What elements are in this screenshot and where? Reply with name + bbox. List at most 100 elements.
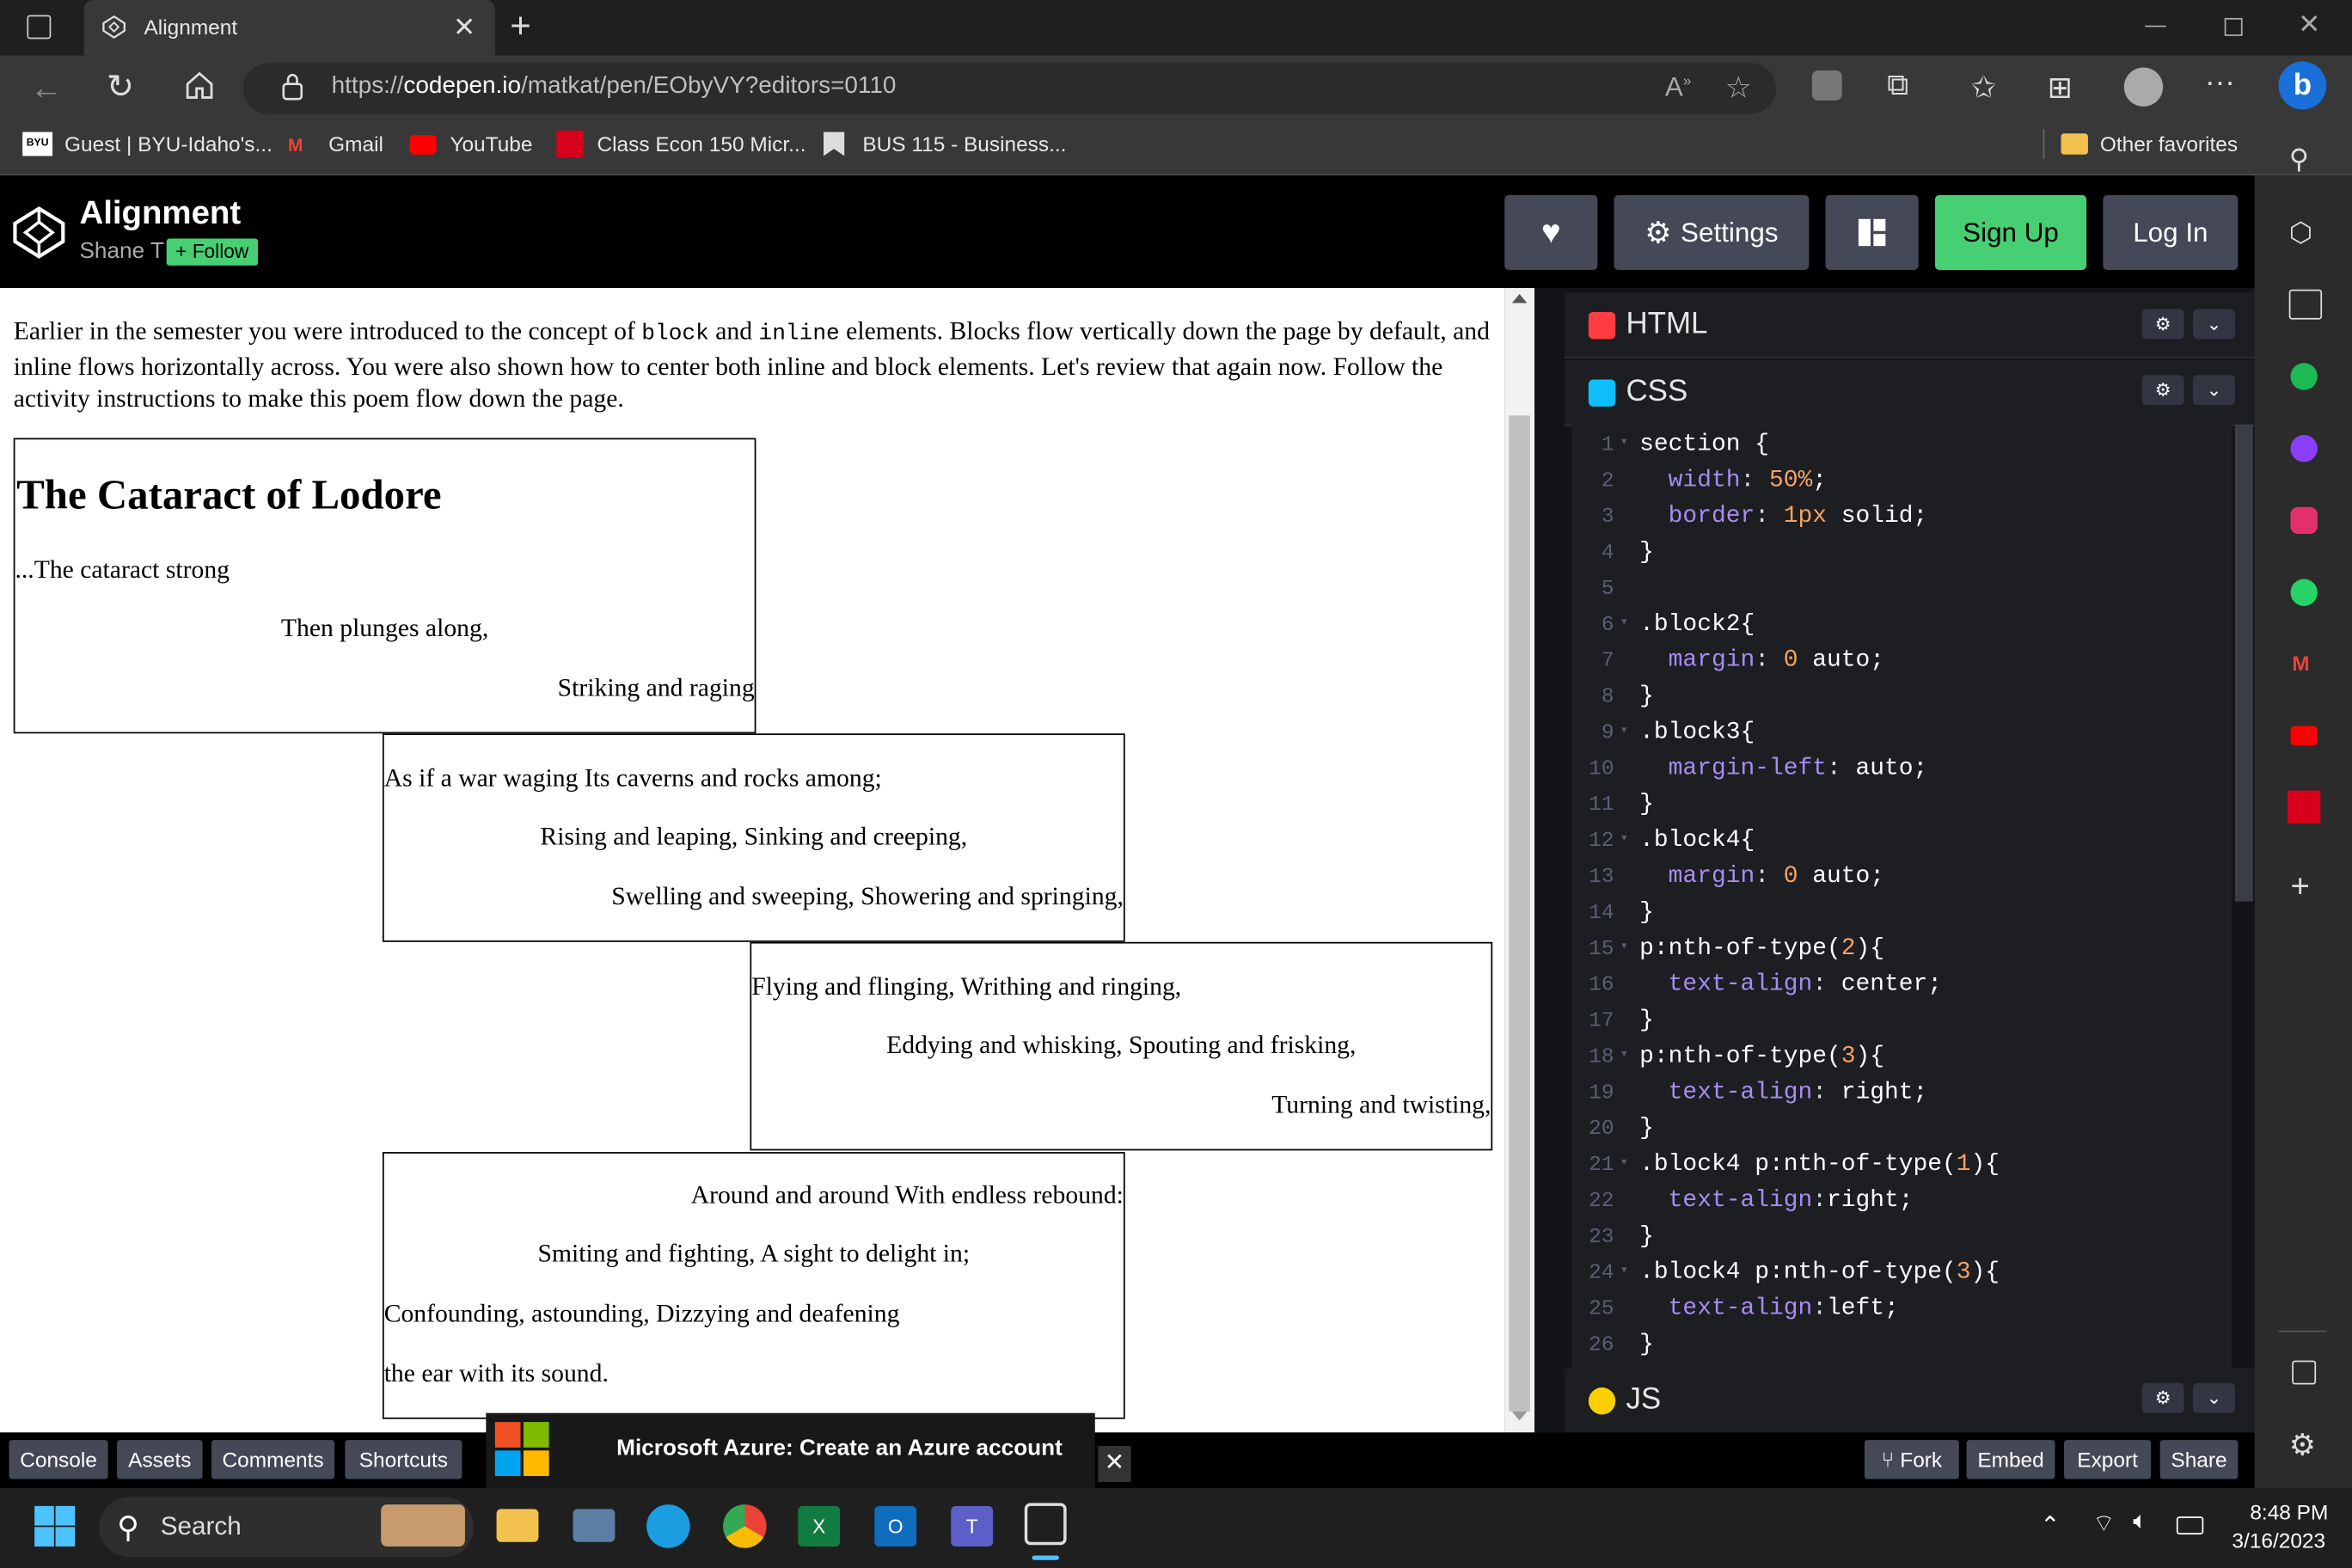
add-sidebar-icon[interactable]: + <box>2290 867 2309 906</box>
profile-avatar[interactable] <box>2123 67 2164 107</box>
sidebar-panel-icon[interactable] <box>2292 1360 2317 1385</box>
file-explorer-icon[interactable] <box>496 1509 539 1542</box>
whatsapp-icon[interactable] <box>2290 579 2318 606</box>
settings-gear-icon[interactable]: ⚙ <box>2289 1426 2316 1464</box>
spotify-icon[interactable] <box>2290 363 2318 390</box>
windows-start-icon[interactable] <box>34 1505 76 1547</box>
extensions-puzzle-icon[interactable]: ⧉ <box>1887 69 1908 103</box>
codepen-logo-icon[interactable] <box>12 205 66 267</box>
outlook-icon[interactable] <box>2288 289 2323 320</box>
code-line[interactable]: 18 ▾ p:nth-of-type(3){ <box>1572 1043 2233 1079</box>
home-icon[interactable] <box>183 69 216 109</box>
code-line[interactable]: 4} <box>1572 538 2233 574</box>
css-collapse-button[interactable]: ⌄ <box>2193 375 2235 406</box>
css-panel-title[interactable]: CSS <box>1626 375 1687 409</box>
log-in-button[interactable]: Log In <box>2103 194 2239 271</box>
html-settings-button[interactable]: ⚙ <box>2141 309 2184 340</box>
code-line[interactable]: 16 text-align: center; <box>1572 971 2233 1007</box>
battery-icon[interactable] <box>2176 1516 2204 1535</box>
css-code-editor[interactable]: 1 ▾ section {2 width: 50%; 3 border: 1px so… <box>1571 424 2233 1370</box>
read-aloud-icon[interactable]: A» <box>1665 72 1692 104</box>
favorites-icon[interactable]: ✩ <box>1971 69 1996 107</box>
code-line[interactable]: 12 ▾ .block4{ <box>1572 826 2233 862</box>
fold-arrow-icon[interactable]: ▾ <box>1620 435 1627 450</box>
favorite-youtube[interactable]: YouTube <box>450 132 532 156</box>
wifi-icon[interactable]: ⌔ <box>2092 1509 2115 1539</box>
code-line[interactable]: 1 ▾ section { <box>1572 431 2233 467</box>
tab-actions-icon[interactable] <box>27 15 52 40</box>
code-line[interactable]: 8} <box>1572 683 2233 719</box>
refresh-icon[interactable]: ↻ <box>107 68 134 107</box>
html-panel-title[interactable]: HTML <box>1626 308 1707 342</box>
gmail-sidebar-icon[interactable]: M <box>2292 651 2309 675</box>
youtube-sidebar-icon[interactable] <box>2290 726 2318 746</box>
code-line[interactable]: 11} <box>1572 791 2233 827</box>
fold-arrow-icon[interactable]: ▾ <box>1620 939 1627 953</box>
pen-author[interactable]: Shane T <box>79 238 163 264</box>
volume-icon[interactable]: 🔈︎ <box>2133 1509 2147 1535</box>
code-line[interactable]: 20} <box>1572 1114 2233 1150</box>
other-favorites[interactable]: Other favorites <box>2100 132 2238 156</box>
snipping-tool-icon[interactable] <box>1024 1503 1067 1546</box>
code-line[interactable]: 5 <box>1572 574 2233 610</box>
edge-icon[interactable] <box>646 1504 690 1548</box>
fold-arrow-icon[interactable]: ▾ <box>1620 831 1627 846</box>
lock-icon[interactable] <box>279 72 306 110</box>
chrome-icon[interactable] <box>723 1504 767 1548</box>
messenger-icon[interactable] <box>2290 435 2318 462</box>
code-line[interactable]: 10 margin-left: auto; <box>1572 755 2233 791</box>
ad-text[interactable]: Microsoft Azure: Create an Azure account <box>616 1436 1063 1461</box>
code-line[interactable]: 24 ▾ .block4 p:nth-of-type(3){ <box>1572 1259 2233 1295</box>
fold-arrow-icon[interactable]: ▾ <box>1620 1263 1627 1277</box>
settings-button[interactable]: ⚙ Settings <box>1614 194 1810 271</box>
scroll-down-arrow-icon[interactable] <box>1511 1411 1528 1421</box>
code-line[interactable]: 6 ▾ .block2{ <box>1572 610 2233 646</box>
new-tab-button[interactable]: + <box>510 6 530 48</box>
preview-scroll-thumb[interactable] <box>1509 415 1530 1412</box>
shortcuts-button[interactable]: Shortcuts <box>345 1440 462 1479</box>
collections-icon[interactable]: ⊞ <box>2048 69 2073 107</box>
fold-arrow-icon[interactable]: ▾ <box>1620 615 1627 629</box>
code-line[interactable]: 26} <box>1572 1331 2233 1367</box>
code-line[interactable]: 17} <box>1572 1007 2233 1043</box>
sign-up-button[interactable]: Sign Up <box>1934 194 2087 271</box>
codepen-sidebar-icon[interactable]: ⬡ <box>2289 217 2312 249</box>
js-collapse-button[interactable]: ⌄ <box>2193 1382 2235 1413</box>
photos-icon[interactable] <box>573 1509 616 1542</box>
chevron-up-icon[interactable]: ⌃ <box>2040 1510 2060 1540</box>
export-button[interactable]: Export <box>2063 1440 2152 1479</box>
fold-arrow-icon[interactable]: ▾ <box>1620 1047 1627 1062</box>
outlook-taskbar-icon[interactable]: O <box>874 1505 917 1547</box>
add-favorite-icon[interactable]: ☆ <box>1725 69 1752 107</box>
code-line[interactable]: 25 text-align:left; <box>1572 1295 2233 1331</box>
layout-button[interactable] <box>1825 194 1919 271</box>
favorite-gmail[interactable]: Gmail <box>328 132 383 156</box>
clock-time[interactable]: 8:48 PM <box>2250 1500 2328 1524</box>
html-collapse-button[interactable]: ⌄ <box>2193 309 2235 340</box>
browser-tab-alignment[interactable]: Alignment ✕ <box>83 0 495 56</box>
code-line[interactable]: 19 text-align: right; <box>1572 1079 2233 1115</box>
code-line[interactable]: 23} <box>1572 1222 2233 1259</box>
search-icon[interactable]: ⚲ <box>2289 144 2309 176</box>
favorite-byu-idaho[interactable]: Guest | BYU-Idaho's... <box>64 132 273 156</box>
code-line[interactable]: 15 ▾ p:nth-of-type(2){ <box>1572 934 2233 971</box>
excel-icon[interactable]: X <box>798 1505 841 1547</box>
js-panel-title[interactable]: JS <box>1626 1383 1661 1418</box>
console-button[interactable]: Console <box>9 1440 108 1479</box>
code-line[interactable]: 3 border: 1px solid; <box>1572 503 2233 539</box>
follow-button[interactable]: + Follow <box>166 238 258 266</box>
minimize-button[interactable] <box>2145 25 2166 28</box>
more-options-icon[interactable]: ··· <box>2205 66 2235 101</box>
assets-button[interactable]: Assets <box>117 1440 203 1479</box>
heart-button[interactable]: ♥ <box>1504 194 1598 271</box>
code-scrollbar[interactable] <box>2234 424 2253 902</box>
code-line[interactable]: 2 width: 50%; <box>1572 467 2233 503</box>
back-icon[interactable]: ← <box>30 69 63 107</box>
clock-date[interactable]: 3/16/2023 <box>2232 1528 2325 1553</box>
fold-arrow-icon[interactable]: ▾ <box>1620 1155 1627 1170</box>
fork-button[interactable]: ⑂ Fork <box>1864 1440 1959 1479</box>
code-line[interactable]: 7 margin: 0 auto; <box>1572 646 2233 683</box>
js-settings-button[interactable]: ⚙ <box>2141 1382 2184 1413</box>
restore-button[interactable] <box>2224 17 2243 36</box>
extension-icon[interactable] <box>1811 70 1842 101</box>
